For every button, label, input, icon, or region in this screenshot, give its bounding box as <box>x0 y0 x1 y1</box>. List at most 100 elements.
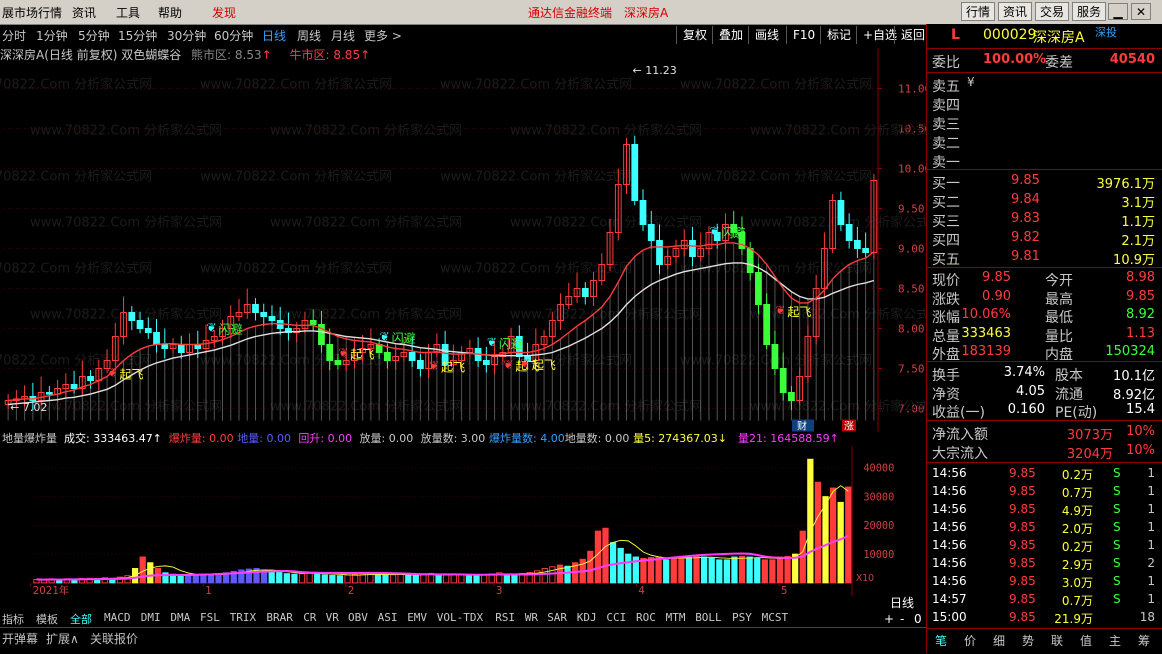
service-button[interactable]: 服务 <box>1072 2 1107 21</box>
minimize-icon[interactable]: ▁ <box>1108 3 1128 20</box>
buy-level-row: 买三 9.83 1.1万 <box>927 211 1162 230</box>
indicator-tab[interactable]: OBV <box>348 611 368 624</box>
volume-bar <box>541 568 548 584</box>
indicator-tab[interactable]: CCI <box>606 611 626 624</box>
period-more[interactable]: 更多 > <box>364 27 402 44</box>
indicator-tabs: 指标 模板 全部 MACD DMI DMA FSL TRIX BRAR CR VR OBV ASI EMV… <box>0 609 926 627</box>
chart-title: 深深房A(日线 前复权) 双色蝴蝶谷 <box>0 48 182 62</box>
news-button[interactable]: 资讯 <box>998 2 1033 21</box>
period-weekly[interactable]: 周线 <box>297 27 321 44</box>
zoom-in-button[interactable]: + <box>884 612 894 626</box>
quote-panel: L 000029 深深房A 深投 委比 100.00% 委差 40540 卖五卖… <box>926 24 1162 653</box>
volume-bar <box>731 556 738 584</box>
stat-value: 0.90 <box>982 288 1011 304</box>
quote-panel-tab[interactable]: 价 <box>964 632 976 649</box>
tick-row: 14:56 9.85 4.9万 S 1 <box>927 502 1162 520</box>
period-1min[interactable]: 1分钟 <box>36 27 68 44</box>
period-intraday[interactable]: 分时 <box>2 27 26 44</box>
menu-market[interactable]: 展市场行情 <box>2 4 62 21</box>
quote-panel-tab[interactable]: 主 <box>1109 632 1121 649</box>
close-icon[interactable]: ✕ <box>1131 3 1151 20</box>
menu-news[interactable]: 资讯 <box>72 4 96 21</box>
shanbi-label: 闪避 <box>392 332 416 346</box>
indicator-tab[interactable]: BOLL <box>695 611 722 624</box>
indicator-tab[interactable]: EMV <box>407 611 427 624</box>
indicator-tab[interactable]: DMA <box>170 611 190 624</box>
butterfly-icon: ❦ <box>429 358 439 372</box>
overlay-button[interactable]: 叠加 <box>712 26 743 44</box>
vol-header-item: 爆炸量: 0.00 <box>168 432 234 445</box>
quote-panel-tab[interactable]: 值 <box>1080 632 1092 649</box>
trade-button[interactable]: 交易 <box>1035 2 1070 21</box>
indicator-tab[interactable]: SAR <box>547 611 567 624</box>
quote-panel-tab[interactable]: 势 <box>1022 632 1034 649</box>
indicator-tab[interactable]: RSI <box>495 611 515 624</box>
candle <box>837 200 845 225</box>
indicator-tab[interactable]: VOL-TDX <box>437 611 483 624</box>
menu-discover[interactable]: 发现 <box>212 4 236 21</box>
back-button[interactable]: 返回 <box>894 26 925 44</box>
volume-bar <box>549 566 556 584</box>
quote-button[interactable]: 行情 <box>961 2 996 21</box>
tick-row: 14:56 9.85 0.2万 S 1 <box>927 538 1162 556</box>
tick-time: 14:56 <box>932 520 967 534</box>
related-quotes-tab[interactable]: 关联报价 <box>90 630 138 647</box>
period-5min[interactable]: 5分钟 <box>78 27 110 44</box>
indicator-tab[interactable]: MTM <box>666 611 686 624</box>
volume-chart[interactable]: 10000 20000 30000 40000 X10 2021年 1 2 3 4 5 <box>0 446 926 596</box>
tick-volume: 0.7万 <box>1061 486 1093 500</box>
volume-bar <box>503 573 510 584</box>
quote-panel-tab[interactable]: 细 <box>993 632 1005 649</box>
indicator-tab[interactable]: KDJ <box>577 611 597 624</box>
period-monthly[interactable]: 月线 <box>331 27 355 44</box>
stat-label: 最低 <box>1045 310 1073 326</box>
indicator-tab[interactable]: FSL <box>200 611 220 624</box>
quote-panel-tab[interactable]: 笔 <box>935 632 947 649</box>
zoom-out-button[interactable]: - <box>900 612 904 626</box>
indicator-tab[interactable]: VR <box>326 611 339 624</box>
period-daily[interactable]: 日线 <box>262 27 286 44</box>
indicator-tab[interactable]: 全部 <box>70 611 92 627</box>
period-15min[interactable]: 15分钟 <box>118 27 157 44</box>
kline-chart[interactable]: 7.007.508.008.509.009.5010.0010.5011.00 … <box>0 45 926 435</box>
reset-zoom-button[interactable]: 0 <box>914 612 922 626</box>
quote-panel-tab[interactable]: 筹 <box>1138 632 1150 649</box>
indicator-tab[interactable]: BRAR <box>266 611 293 624</box>
mark-button[interactable]: 标记 <box>820 26 851 44</box>
indicator-tab[interactable]: DMI <box>141 611 161 624</box>
shanbi-label: 闪避 <box>499 337 523 351</box>
tick-row: 14:57 9.85 0.7万 S 1 <box>927 592 1162 610</box>
expand-toggle[interactable]: 扩展∧ <box>46 630 79 647</box>
draw-button[interactable]: 画线 <box>748 26 779 44</box>
indicator-tab[interactable]: MCST <box>762 611 789 624</box>
period-30min[interactable]: 30分钟 <box>167 27 206 44</box>
sell-level-label: 卖二 <box>932 136 960 152</box>
tick-time: 14:56 <box>932 466 967 480</box>
stat-label: 量比 <box>1045 328 1073 345</box>
watermark-text: www.70822.Com 分析家公式网 <box>0 77 152 93</box>
menu-help[interactable]: 帮助 <box>158 4 182 21</box>
quote-panel-tab[interactable]: 联 <box>1051 632 1063 649</box>
fundamental-value: 4.05 <box>1016 383 1045 399</box>
add-watchlist-button[interactable]: +自选 <box>856 26 897 44</box>
indicator-tab[interactable]: 模板 <box>36 611 58 627</box>
volume-bar <box>268 571 275 584</box>
volume-bar <box>663 559 670 584</box>
adjust-button[interactable]: 复权 <box>676 26 707 44</box>
period-60min[interactable]: 60分钟 <box>214 27 253 44</box>
butterfly-icon: ❦ <box>380 330 390 344</box>
danmaku-toggle[interactable]: 开弹幕 <box>2 630 38 647</box>
candle <box>153 332 160 345</box>
indicator-tab[interactable]: CR <box>303 611 316 624</box>
tick-price: 9.85 <box>1009 538 1036 552</box>
indicator-tab[interactable]: 指标 <box>2 611 24 627</box>
indicator-tab[interactable]: WR <box>525 611 538 624</box>
indicator-tab[interactable]: MACD <box>104 611 131 624</box>
f10-button[interactable]: F10 <box>786 26 815 44</box>
menu-tools[interactable]: 工具 <box>116 4 140 21</box>
volume-tick-label: 10000 <box>863 549 894 561</box>
indicator-tab[interactable]: ASI <box>378 611 398 624</box>
indicator-tab[interactable]: PSY <box>732 611 752 624</box>
indicator-tab[interactable]: TRIX <box>230 611 257 624</box>
indicator-tab[interactable]: ROC <box>636 611 656 624</box>
